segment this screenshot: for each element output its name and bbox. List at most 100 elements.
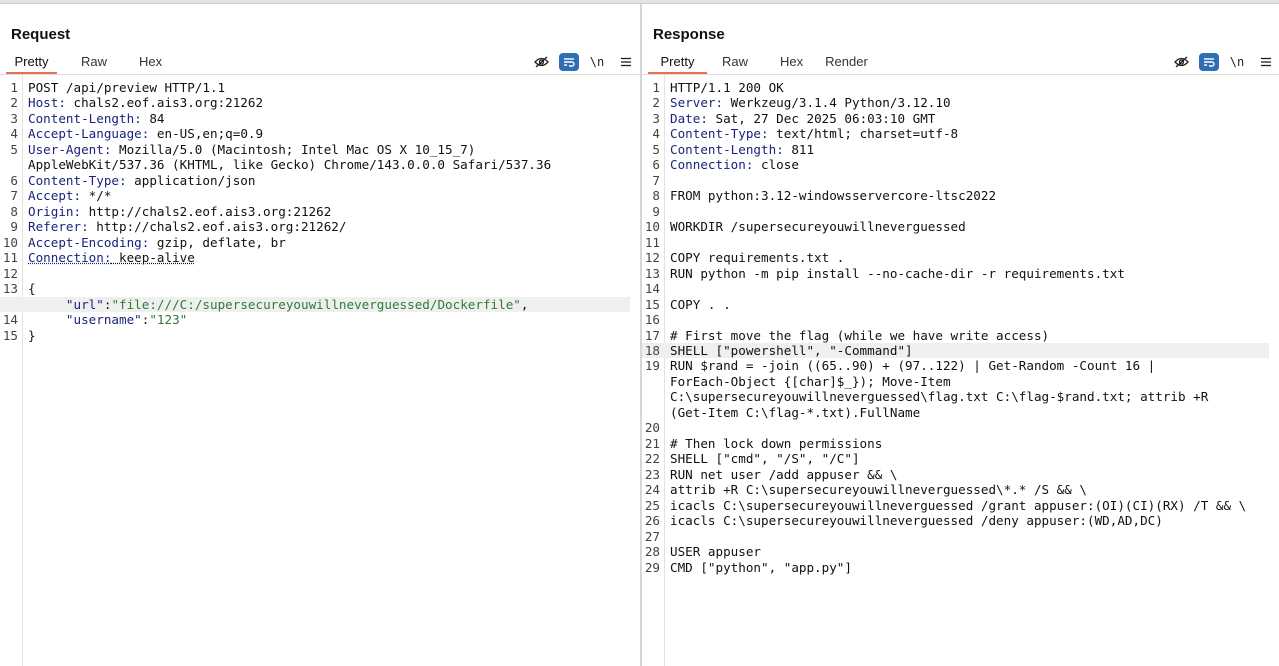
code-line[interactable]: 29 CMD ["python", "app.py"]: [642, 560, 1269, 575]
code-token: # First move the flag (while we have wri…: [670, 327, 1050, 343]
code-token: Content-Type:: [28, 172, 127, 188]
code-line[interactable]: 23 RUN net user /add appuser && \: [642, 467, 1269, 482]
code-line[interactable]: ForEach-Object {[char]$_}); Move-Item: [642, 374, 1269, 389]
line-number: 11: [2, 250, 18, 266]
code-line[interactable]: 21 # Then lock down permissions: [642, 436, 1269, 451]
code-token: POST /api/preview HTTP/1.1: [28, 80, 226, 95]
code-line[interactable]: 19 RUN $rand = -join ((65..90) + (97..122…: [642, 358, 1269, 373]
code-line[interactable]: C:\supersecureyouwillneverguessed\flag.t…: [642, 389, 1269, 404]
code-line[interactable]: 11: [642, 235, 1269, 250]
code-token: HTTP/1.1 200 OK: [670, 80, 784, 95]
line-number: 5: [652, 141, 660, 157]
response-tab-hex[interactable]: Hex: [780, 52, 803, 74]
code-line[interactable]: 18 SHELL ["powershell", "-Command"]: [642, 342, 1269, 359]
code-line[interactable]: 17 # First move the flag (while we have w…: [642, 328, 1269, 343]
code-line[interactable]: 13 {: [0, 281, 630, 296]
code-line[interactable]: 3 Content-Length: 84: [0, 111, 630, 126]
code-line[interactable]: 27: [642, 529, 1269, 544]
menu-icon[interactable]: [615, 53, 637, 71]
code-line[interactable]: 6 Content-Type: application/json: [0, 173, 630, 188]
line-number: 12: [644, 250, 660, 266]
hide-eye-icon[interactable]: [530, 53, 552, 71]
code-line[interactable]: 2 Server: Werkzeug/3.1.4 Python/3.12.10: [642, 95, 1269, 110]
code-line[interactable]: 12 COPY requirements.txt .: [642, 250, 1269, 265]
code-line[interactable]: 28 USER appuser: [642, 544, 1269, 559]
line-number: 3: [10, 110, 18, 126]
request-tab-pretty[interactable]: Pretty: [6, 52, 57, 75]
code-token: C:\supersecureyouwillneverguessed\flag.t…: [670, 389, 1209, 405]
line-number: 22: [644, 451, 660, 467]
code-line[interactable]: 8 FROM python:3.12-windowsservercore-ltsc…: [642, 188, 1269, 203]
code-line[interactable]: 4 Content-Type: text/html; charset=utf-8: [642, 126, 1269, 141]
line-number: 6: [652, 157, 660, 173]
code-line[interactable]: 24 attrib +R C:\supersecureyouwillnevergu…: [642, 482, 1269, 497]
code-line[interactable]: AppleWebKit/537.36 (KHTML, like Gecko) C…: [0, 157, 630, 172]
code-line[interactable]: 7 Accept: */*: [0, 188, 630, 203]
code-line[interactable]: 20: [642, 420, 1269, 435]
code-token: WORKDIR /supersecureyouwillneverguessed: [670, 219, 966, 235]
code-line[interactable]: 14: [642, 281, 1269, 296]
code-line[interactable]: "url":"file:///C:/supersecureyouwillneve…: [0, 296, 630, 313]
code-token: ,: [520, 296, 529, 312]
code-line[interactable]: 25 icacls C:\supersecureyouwillneverguess…: [642, 498, 1269, 513]
code-token: "file:///C:/supersecureyouwillneverguess…: [111, 296, 521, 312]
code-line[interactable]: 1 POST /api/preview HTTP/1.1: [0, 80, 630, 95]
code-line[interactable]: 9 Referer: http://chals2.eof.ais3.org:212…: [0, 219, 630, 234]
code-token: SHELL ["powershell", "-Command"]: [670, 342, 913, 358]
line-number: 10: [644, 219, 660, 235]
code-line[interactable]: 7: [642, 173, 1269, 188]
code-line[interactable]: (Get-Item C:\flag-*.txt).FullName: [642, 405, 1269, 420]
code-line[interactable]: 4 Accept-Language: en-US,en;q=0.9: [0, 126, 630, 141]
line-number: 2: [10, 95, 18, 111]
code-line[interactable]: 15 COPY . .: [642, 297, 1269, 312]
response-tab-raw[interactable]: Raw: [722, 52, 748, 74]
code-token: Accept-Language:: [28, 126, 150, 142]
request-pane: Request Pretty Raw Hex \n 1 POST /api/pre…: [0, 4, 640, 666]
response-tab-render[interactable]: Render: [825, 52, 868, 74]
code-line[interactable]: 8 Origin: http://chals2.eof.ais3.org:2126…: [0, 204, 630, 219]
code-token: Connection:: [28, 250, 112, 266]
code-line[interactable]: 5 User-Agent: Mozilla/5.0 (Macintosh; Int…: [0, 142, 630, 157]
code-line[interactable]: 9: [642, 204, 1269, 219]
request-code[interactable]: 1 POST /api/preview HTTP/1.1 2 Host: chals2…: [0, 80, 630, 343]
code-line[interactable]: 10 Accept-Encoding: gzip, deflate, br: [0, 235, 630, 250]
response-code[interactable]: 1 HTTP/1.1 200 OK 2 Server: Werkzeug/3.1.4 …: [642, 80, 1269, 575]
request-tab-hex[interactable]: Hex: [139, 52, 162, 74]
code-line[interactable]: 6 Connection: close: [642, 157, 1269, 172]
code-token: http://chals2.eof.ais3.org:21262: [81, 203, 332, 219]
code-line[interactable]: 2 Host: chals2.eof.ais3.org:21262: [0, 95, 630, 110]
hide-eye-icon[interactable]: [1170, 53, 1192, 71]
word-wrap-icon[interactable]: [559, 53, 579, 71]
line-number: 7: [10, 188, 18, 204]
code-line[interactable]: 26 icacls C:\supersecureyouwillneverguess…: [642, 513, 1269, 528]
response-toolbar: \n: [1163, 53, 1277, 71]
newline-toggle[interactable]: \n: [586, 53, 608, 71]
newline-toggle[interactable]: \n: [1226, 53, 1248, 71]
request-tab-raw[interactable]: Raw: [81, 52, 107, 74]
code-token: close: [753, 157, 799, 173]
code-line[interactable]: 16: [642, 312, 1269, 327]
line-number: 14: [644, 281, 660, 297]
code-line[interactable]: 22 SHELL ["cmd", "/S", "/C"]: [642, 451, 1269, 466]
code-line[interactable]: 11 Connection: keep-alive: [0, 250, 630, 265]
code-line[interactable]: 15}: [0, 328, 630, 343]
request-editor[interactable]: 1 POST /api/preview HTTP/1.1 2 Host: chals2…: [0, 75, 640, 666]
code-line[interactable]: 10 WORKDIR /supersecureyouwillneverguesse…: [642, 219, 1269, 234]
line-number: 3: [652, 110, 660, 126]
menu-icon[interactable]: [1255, 53, 1277, 71]
code-line[interactable]: 1 HTTP/1.1 200 OK: [642, 80, 1269, 95]
code-line[interactable]: 3 Date: Sat, 27 Dec 2025 06:03:10 GMT: [642, 111, 1269, 126]
line-number: 18: [644, 342, 660, 358]
code-line[interactable]: 12: [0, 266, 630, 281]
line-number: 29: [644, 559, 660, 575]
code-line[interactable]: 14 "username":"123": [0, 312, 630, 327]
word-wrap-icon[interactable]: [1199, 53, 1219, 71]
response-tab-pretty[interactable]: Pretty: [648, 52, 707, 75]
code-line[interactable]: 13 RUN python -m pip install --no-cache-d…: [642, 266, 1269, 281]
code-token: "url": [65, 296, 104, 312]
line-number: 13: [2, 281, 18, 297]
code-line[interactable]: 5 Content-Length: 811: [642, 142, 1269, 157]
response-editor[interactable]: 1 HTTP/1.1 200 OK 2 Server: Werkzeug/3.1.4 …: [642, 75, 1279, 666]
code-token: CMD ["python", "app.py"]: [670, 559, 852, 575]
code-token: 811: [783, 141, 815, 157]
